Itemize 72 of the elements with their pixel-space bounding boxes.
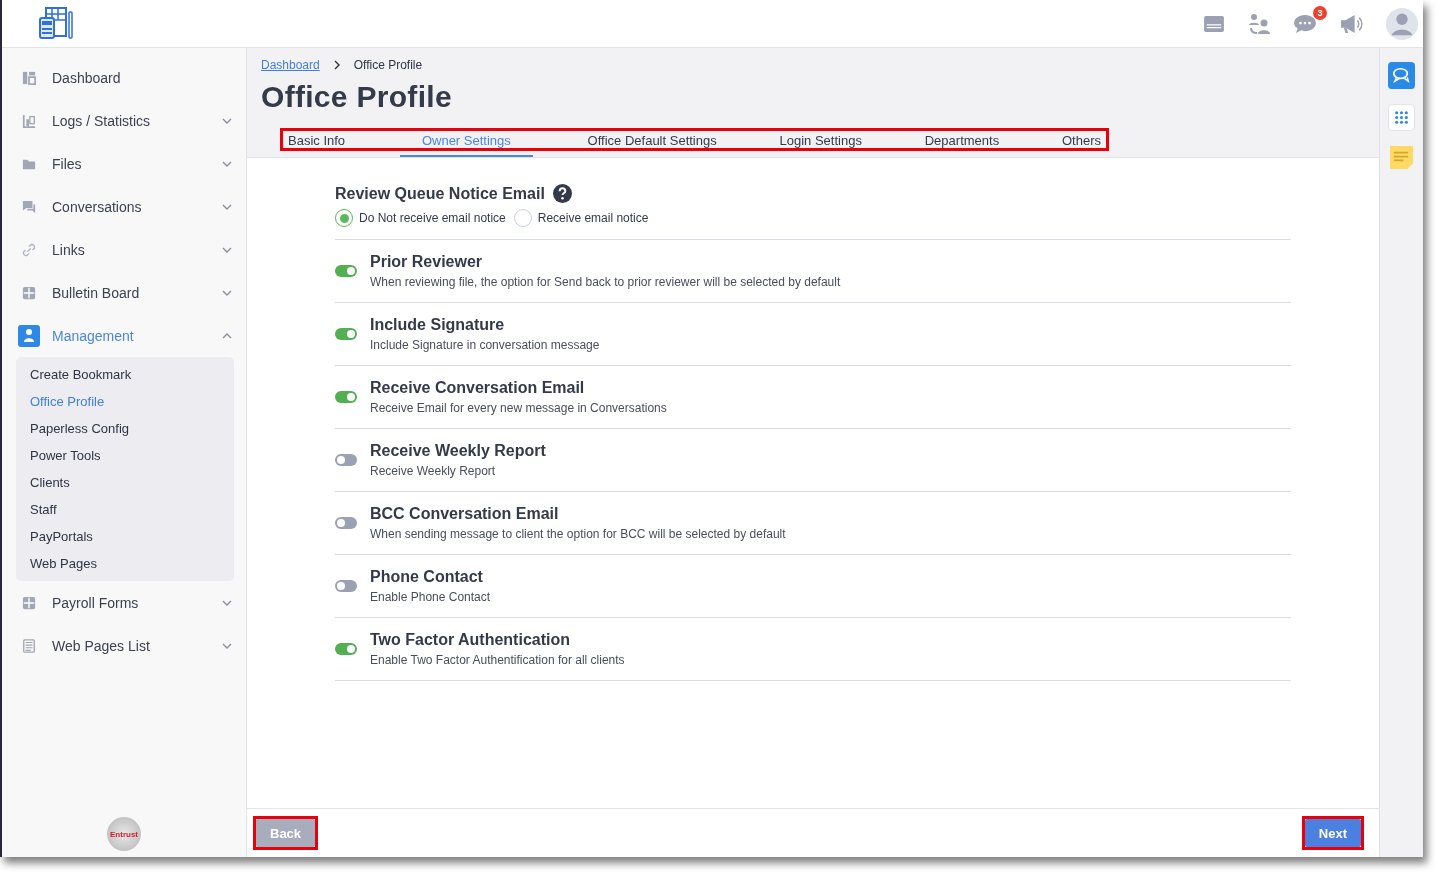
avatar-icon[interactable] <box>1385 6 1419 41</box>
chat-icon <box>22 199 36 214</box>
tab[interactable]: Login Settings <box>771 128 870 157</box>
submenu-item[interactable]: Create Bookmark <box>16 361 234 388</box>
apps-grid-icon[interactable] <box>1388 104 1415 131</box>
setting-description: Receive Email for every new message in Conversations <box>370 401 667 415</box>
toggle-switch[interactable] <box>335 580 357 592</box>
next-button[interactable]: Next <box>1304 819 1361 847</box>
breadcrumb-current: Office Profile <box>353 58 423 72</box>
toggle-switch[interactable] <box>335 328 357 340</box>
setting-description: Include Signature in conversation message <box>370 338 600 352</box>
chevron-icon <box>333 60 340 70</box>
sticky-note-icon[interactable] <box>1390 146 1413 169</box>
grid-icon <box>22 285 36 300</box>
radio-button[interactable] <box>513 209 532 227</box>
chat-icon[interactable] <box>1293 13 1317 34</box>
browser-icon[interactable] <box>1203 14 1225 33</box>
tab[interactable]: Departments <box>916 128 1008 157</box>
tab[interactable]: Basic Info <box>280 128 354 157</box>
tab[interactable]: Office Default Settings <box>579 128 725 157</box>
toggle-switch[interactable] <box>335 265 357 277</box>
toggle-switch[interactable] <box>335 643 357 655</box>
setting-title: Receive Weekly Report <box>370 442 546 460</box>
submenu-item[interactable]: Staff <box>16 496 234 523</box>
security-seal: Entrust <box>107 817 141 851</box>
dashboard-icon <box>22 70 36 85</box>
sidebar-item[interactable]: Management <box>2 314 246 357</box>
section-title: Review Queue Notice Email <box>335 184 545 203</box>
sidebar-item[interactable]: Web Pages List <box>2 624 246 667</box>
setting-description: When reviewing file, the option for Send back to prior reviewer will be selected by default <box>370 275 841 289</box>
sidebar-item[interactable]: Conversations <box>2 185 246 228</box>
sidebar-item[interactable]: Logs / Statistics <box>2 99 246 142</box>
tab[interactable]: Others <box>1053 128 1109 157</box>
grid-icon <box>22 595 36 610</box>
page-title: Office Profile <box>261 80 453 114</box>
toggle-switch[interactable] <box>335 517 357 529</box>
setting-description: Receive Weekly Report <box>370 464 497 478</box>
submenu-item[interactable]: Web Pages <box>16 550 234 577</box>
setting-title: Include Signature <box>370 316 506 334</box>
users-icon[interactable] <box>1247 12 1271 35</box>
app-logo[interactable] <box>38 5 74 42</box>
submenu-item[interactable]: Power Tools <box>16 442 234 469</box>
radio-label: Receive email notice <box>537 211 649 225</box>
setting-title: Receive Conversation Email <box>370 379 586 397</box>
setting-description: Enable Phone Contact <box>370 590 491 604</box>
radio-label: Do Not receive email notice <box>359 211 506 225</box>
sidebar-item[interactable]: Dashboard <box>2 56 246 99</box>
submenu-item[interactable]: Clients <box>16 469 234 496</box>
breadcrumb-link[interactable]: Dashboard <box>261 58 320 72</box>
megaphone-icon[interactable] <box>1339 13 1363 34</box>
sidebar-item[interactable]: Payroll Forms <box>2 581 246 624</box>
sidebar-item[interactable]: Bulletin Board <box>2 271 246 314</box>
setting-title: Prior Reviewer <box>370 253 484 271</box>
setting-title: Phone Contact <box>370 568 484 586</box>
setting-description: Enable Two Factor Authentification for all clients <box>370 653 625 667</box>
radio-button[interactable] <box>335 209 353 227</box>
link-icon <box>22 242 36 257</box>
sidebar-item[interactable]: Links <box>2 228 246 271</box>
setting-title: BCC Conversation Email <box>370 505 560 523</box>
setting-title: Two Factor Authentication <box>370 631 571 649</box>
help-icon[interactable] <box>552 184 572 203</box>
chat-button-icon[interactable] <box>1388 62 1415 89</box>
toggle-switch[interactable] <box>335 391 357 403</box>
sidebar-item[interactable]: Files <box>2 142 246 185</box>
submenu-item[interactable]: Paperless Config <box>16 415 234 442</box>
submenu-item[interactable]: PayPortals <box>16 523 234 550</box>
person-icon <box>18 324 40 347</box>
list-icon <box>22 638 36 653</box>
setting-description: When sending message to client the option for BCC will be selected by default <box>370 527 786 541</box>
toggle-switch[interactable] <box>335 454 357 466</box>
notification-badge: 3 <box>1313 5 1327 20</box>
chart-icon <box>22 113 36 128</box>
